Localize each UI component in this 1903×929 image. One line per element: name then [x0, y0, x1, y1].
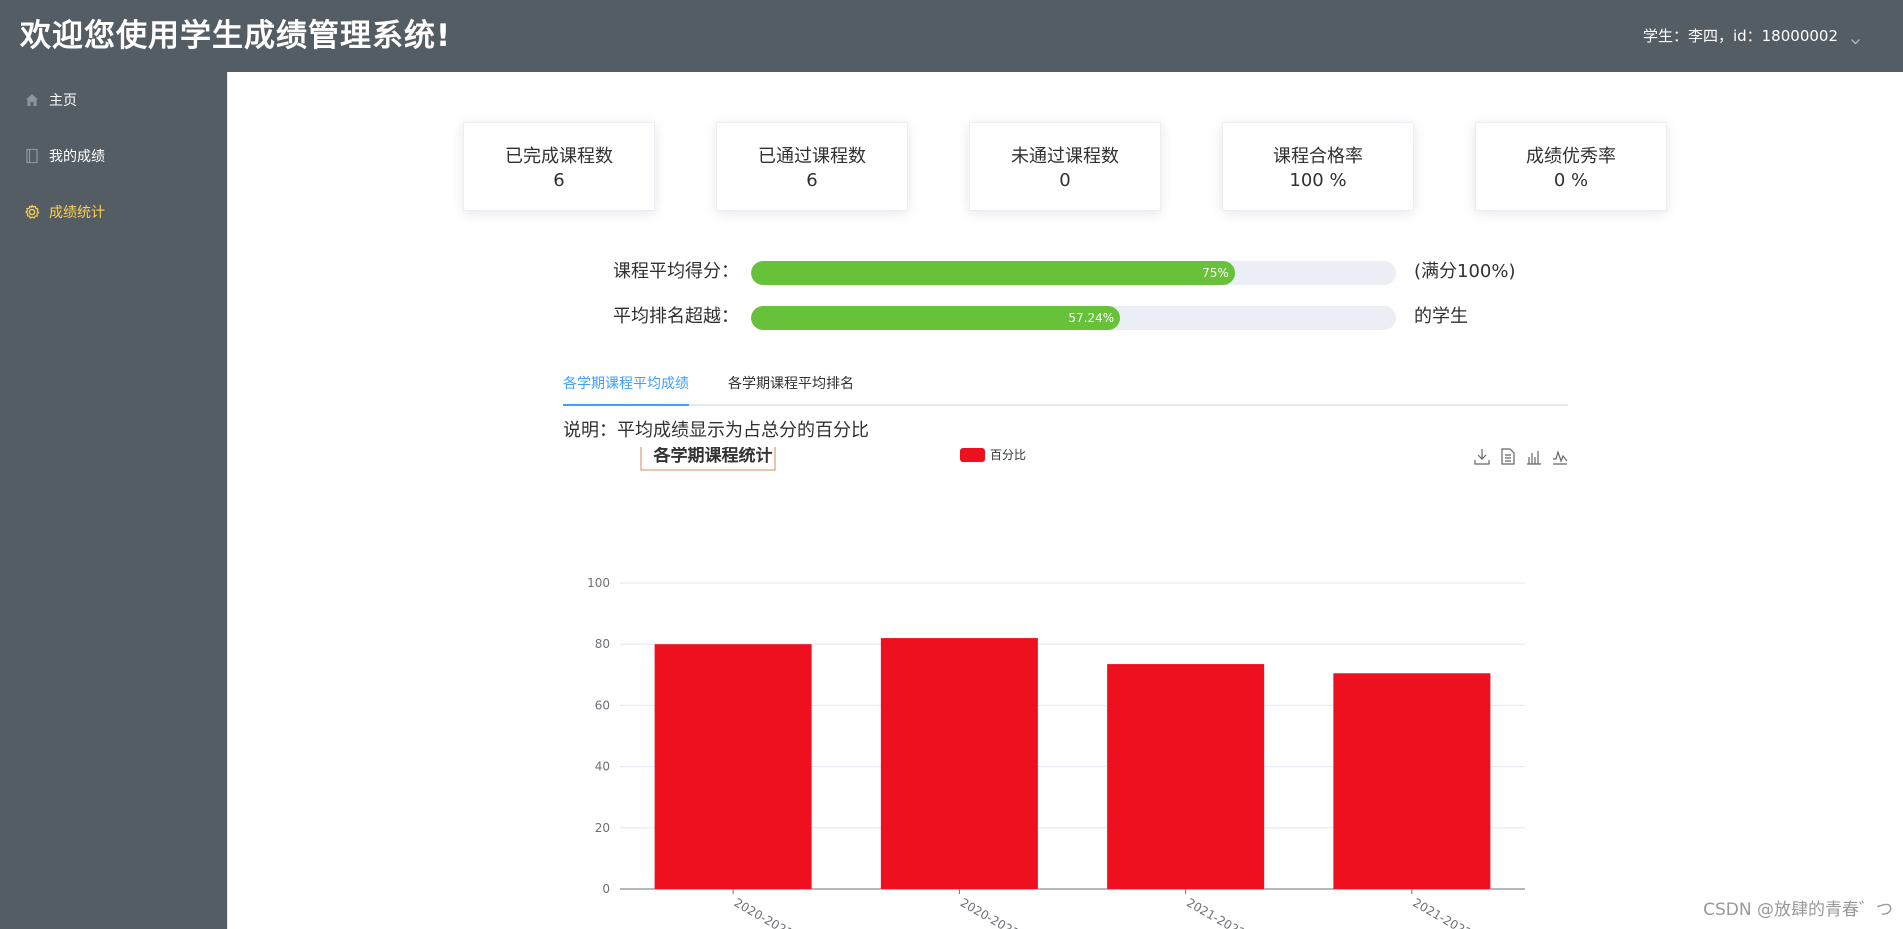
- home-icon: [24, 92, 40, 108]
- y-tick-label: 60: [595, 698, 610, 712]
- sidebar-item-statistics[interactable]: 成绩统计: [0, 184, 227, 240]
- tab-bar: 各学期课程平均成绩 各学期课程平均排名: [563, 364, 1568, 406]
- y-tick-label: 80: [595, 637, 610, 651]
- x-tick-label: 2021-2022 下学期: [1410, 895, 1509, 929]
- top-header: 欢迎您使用学生成绩管理系统! 学生：李四，id：18000002: [0, 0, 1903, 72]
- sidebar-item-label: 成绩统计: [49, 205, 105, 221]
- stat-value: 0: [1059, 170, 1071, 191]
- stat-label: 课程合格率: [1273, 146, 1363, 167]
- stat-value: 6: [806, 170, 818, 191]
- stat-card-passed: 已通过课程数 6: [716, 122, 908, 211]
- bar: [1107, 664, 1265, 889]
- progress-suffix: (满分100%): [1414, 261, 1516, 282]
- sidebar-item-home[interactable]: 主页: [0, 72, 227, 128]
- stat-card-failed: 未通过课程数 0: [969, 122, 1161, 211]
- tab-average-rank[interactable]: 各学期课程平均排名: [728, 364, 854, 404]
- line-chart-icon: [1553, 449, 1568, 465]
- progress-row-ranking: 平均排名超越： 57.24% 的学生: [228, 302, 1903, 332]
- progress-fill: 75%: [751, 261, 1235, 285]
- bar-chart-icon: [1527, 451, 1541, 465]
- y-tick-label: 100: [587, 576, 610, 590]
- user-info: 学生：李四，id：18000002: [1642, 27, 1838, 45]
- user-dropdown[interactable]: 学生：李四，id：18000002: [1643, 25, 1861, 47]
- stat-card-pass-rate: 课程合格率 100 %: [1222, 122, 1414, 211]
- stat-label: 未通过课程数: [1011, 146, 1119, 167]
- gear-icon: [24, 204, 40, 220]
- stat-card-excellent-rate: 成绩优秀率 0 %: [1475, 122, 1667, 211]
- stat-value: 6: [553, 170, 565, 191]
- y-tick-label: 0: [602, 882, 610, 896]
- bar: [1333, 673, 1491, 889]
- chart-title: 各学期课程统计: [653, 447, 773, 466]
- legend-swatch: [960, 448, 985, 462]
- progress-label: 平均排名超越：: [613, 306, 739, 327]
- watermark: CSDN @放肆的青春゛つ: [1703, 900, 1893, 920]
- stat-label: 已通过课程数: [758, 146, 866, 167]
- progress-track: 57.24%: [751, 306, 1396, 330]
- x-tick-label: 2020-2021 上学期: [732, 895, 831, 929]
- tab-average-grade[interactable]: 各学期课程平均成绩: [563, 364, 689, 404]
- tab-active-indicator: [563, 404, 689, 406]
- stat-card-completed: 已完成课程数 6: [463, 122, 655, 211]
- app-title: 欢迎您使用学生成绩管理系统!: [20, 18, 452, 54]
- data-view-icon: [1501, 448, 1515, 465]
- y-tick-label: 40: [595, 760, 610, 774]
- stat-label: 已完成课程数: [505, 146, 613, 167]
- stat-label: 成绩优秀率: [1526, 146, 1616, 167]
- chart-note: 说明：平均成绩显示为占总分的百分比: [563, 420, 869, 441]
- legend-label: 百分比: [990, 448, 1026, 462]
- sidebar-item-label: 主页: [49, 93, 77, 109]
- y-tick-label: 20: [595, 821, 610, 835]
- stat-value: 0 %: [1553, 170, 1589, 191]
- bar-chart: 各学期课程统计 百分比 0 20 40 60 80 100 2020-2021 上学期 2020-…: [587, 443, 1568, 929]
- bar: [880, 638, 1038, 889]
- progress-fill: 57.24%: [751, 306, 1121, 330]
- chevron-down-icon: [1850, 31, 1861, 44]
- progress-text: 75%: [1202, 266, 1229, 280]
- progress-suffix: 的学生: [1414, 306, 1468, 327]
- sidebar: 主页 我的成绩 成绩统计: [0, 72, 228, 929]
- progress-text: 57.24%: [1068, 311, 1115, 325]
- stat-value: 100 %: [1289, 170, 1347, 191]
- main-content: 已完成课程数 6 已通过课程数 6 未通过课程数 0 课程合格率 100 % 成…: [228, 72, 1903, 929]
- download-icon: [1474, 449, 1490, 465]
- x-tick-label: 2021-2022 上学期: [1184, 895, 1283, 929]
- progress-row-average-score: 课程平均得分： 75% (满分100%): [228, 257, 1903, 287]
- sidebar-item-label: 我的成绩: [49, 149, 105, 165]
- progress-track: 75%: [751, 261, 1396, 285]
- sidebar-item-my-grades[interactable]: 我的成绩: [0, 128, 227, 184]
- app-root: 欢迎您使用学生成绩管理系统! 学生：李四，id：18000002 主页 我的成绩…: [0, 0, 1903, 929]
- document-icon: [24, 148, 40, 164]
- bar: [654, 644, 812, 889]
- x-tick-label: 2020-2021 下学期: [958, 895, 1057, 929]
- chart-container: 各学期课程统计 百分比 0 20 40 60 80 100 2020-2021 上学期 2020-…: [563, 443, 1573, 929]
- progress-label: 课程平均得分：: [613, 261, 739, 282]
